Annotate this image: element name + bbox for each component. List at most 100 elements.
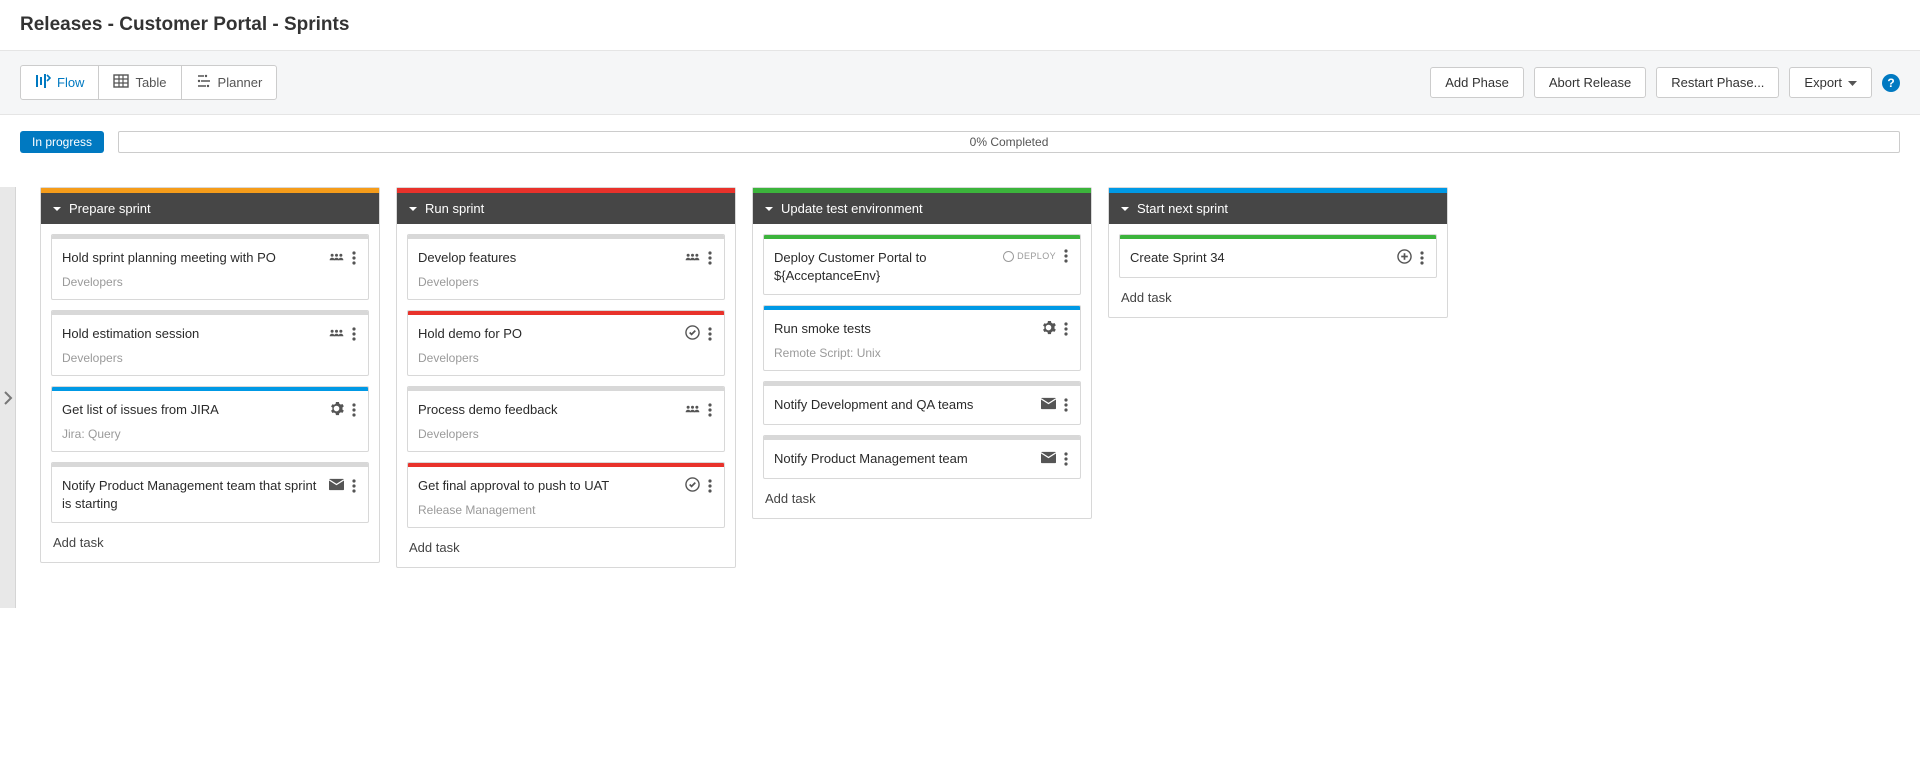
card-subtitle: Developers [418,351,714,365]
card-title: Hold sprint planning meeting with PO [62,249,323,267]
column-header[interactable]: Start next sprint [1109,193,1447,224]
card-icons [685,477,714,495]
view-tabs: Flow Table Planner [20,65,277,100]
progress-bar: 0% Completed [118,131,1900,153]
plus-icon [1397,249,1412,267]
task-card[interactable]: Get list of issues from JIRAJira: Query [51,386,369,452]
card-title: Notify Product Management team that spri… [62,477,323,512]
add-phase-button[interactable]: Add Phase [1430,67,1524,98]
status-badge: In progress [20,131,104,153]
add-task-link[interactable]: Add task [51,533,369,552]
deploy-badge-icon: DEPLOY [1003,251,1056,262]
card-icons [329,401,358,419]
card-icons: DEPLOY [1003,249,1070,263]
task-card[interactable]: Create Sprint 34 [1119,234,1437,278]
card-icons [1041,396,1070,414]
abort-release-button[interactable]: Abort Release [1534,67,1646,98]
gear-icon [1041,320,1056,338]
team-icon [329,325,344,343]
card-title: Notify Product Management team [774,450,1035,468]
column-title: Start next sprint [1137,201,1228,216]
task-card[interactable]: Develop featuresDevelopers [407,234,725,300]
task-card[interactable]: Hold estimation sessionDevelopers [51,310,369,376]
card-content: Notify Product Management team [764,440,1080,478]
export-label: Export [1804,75,1842,90]
card-more-menu[interactable] [350,327,358,341]
card-more-menu[interactable] [706,327,714,341]
task-card[interactable]: Notify Product Management team that spri… [51,462,369,523]
task-card[interactable]: Process demo feedback Developers [407,386,725,452]
card-title: Run smoke tests [774,320,1035,338]
phase-column: Run sprintDevelop featuresDevelopersHold… [396,187,736,568]
task-card[interactable]: Hold sprint planning meeting with PODeve… [51,234,369,300]
column-body: Create Sprint 34 Add task [1109,224,1447,317]
tab-table-label: Table [135,75,166,90]
card-content: Notify Development and QA teams [764,386,1080,424]
card-more-menu[interactable] [1062,452,1070,466]
column-body: Deploy Customer Portal to ${AcceptanceEn… [753,224,1091,518]
add-task-link[interactable]: Add task [763,489,1081,508]
column-body: Develop featuresDevelopersHold demo for … [397,224,735,567]
card-header-row: Notify Product Management team [774,450,1070,468]
caret-down-icon [53,201,61,216]
add-task-link[interactable]: Add task [407,538,725,557]
phase-column: Update test environment Deploy Customer P… [752,187,1092,519]
card-header-row: Hold sprint planning meeting with PO [62,249,358,267]
column-header[interactable]: Prepare sprint [41,193,379,224]
task-card[interactable]: Hold demo for PODevelopers [407,310,725,376]
card-subtitle: Developers [418,427,714,441]
card-icons [1041,320,1070,338]
task-card[interactable]: Notify Product Management team [763,435,1081,479]
mail-icon [1041,450,1056,468]
phase-column: Prepare sprint Hold sprint planning meeti… [40,187,380,563]
task-card[interactable]: Notify Development and QA teams [763,381,1081,425]
card-header-row: Get list of issues from JIRA [62,401,358,419]
restart-phase-button[interactable]: Restart Phase... [1656,67,1779,98]
help-icon[interactable]: ? [1882,74,1900,92]
table-icon [113,73,129,92]
task-card[interactable]: Run smoke testsRemote Script: Unix [763,305,1081,371]
team-icon [685,249,700,267]
card-title: Deploy Customer Portal to ${AcceptanceEn… [774,249,997,284]
task-card[interactable]: Get final approval to push to UATRelease… [407,462,725,528]
toolbar-left: Flow Table Planner [20,65,277,100]
card-more-menu[interactable] [706,251,714,265]
column-header[interactable]: Update test environment [753,193,1091,224]
card-more-menu[interactable] [1418,251,1426,265]
page-title: Releases - Customer Portal - Sprints [0,0,1920,50]
tab-flow[interactable]: Flow [21,66,99,99]
card-header-row: Notify Development and QA teams [774,396,1070,414]
card-title: Process demo feedback [418,401,679,419]
card-content: Get final approval to push to UATRelease… [408,467,724,527]
card-icons [329,249,358,267]
card-header-row: Develop features [418,249,714,267]
card-more-menu[interactable] [350,479,358,493]
tab-planner[interactable]: Planner [182,66,277,99]
phase-column: Start next sprint Create Sprint 34 Add tas… [1108,187,1448,318]
card-icons [329,325,358,343]
card-more-menu[interactable] [350,251,358,265]
card-header-row: Deploy Customer Portal to ${AcceptanceEn… [774,249,1070,284]
column-header[interactable]: Run sprint [397,193,735,224]
caret-down-icon [765,201,773,216]
export-button[interactable]: Export [1789,67,1872,98]
card-title: Develop features [418,249,679,267]
card-content: Deploy Customer Portal to ${AcceptanceEn… [764,239,1080,294]
card-more-menu[interactable] [1062,249,1070,263]
card-icons [685,401,714,419]
caret-down-icon [1121,201,1129,216]
task-card[interactable]: Deploy Customer Portal to ${AcceptanceEn… [763,234,1081,295]
card-more-menu[interactable] [1062,398,1070,412]
side-expand-handle[interactable] [0,187,16,608]
card-more-menu[interactable] [706,403,714,417]
card-content: Hold demo for PODevelopers [408,315,724,375]
tab-table[interactable]: Table [99,66,181,99]
card-more-menu[interactable] [350,403,358,417]
card-more-menu[interactable] [706,479,714,493]
card-more-menu[interactable] [1062,322,1070,336]
toolbar: Flow Table Planner Add Phase Abort Relea… [0,50,1920,115]
card-header-row: Hold estimation session [62,325,358,343]
card-title: Get list of issues from JIRA [62,401,323,419]
card-content: Get list of issues from JIRAJira: Query [52,391,368,451]
add-task-link[interactable]: Add task [1119,288,1437,307]
